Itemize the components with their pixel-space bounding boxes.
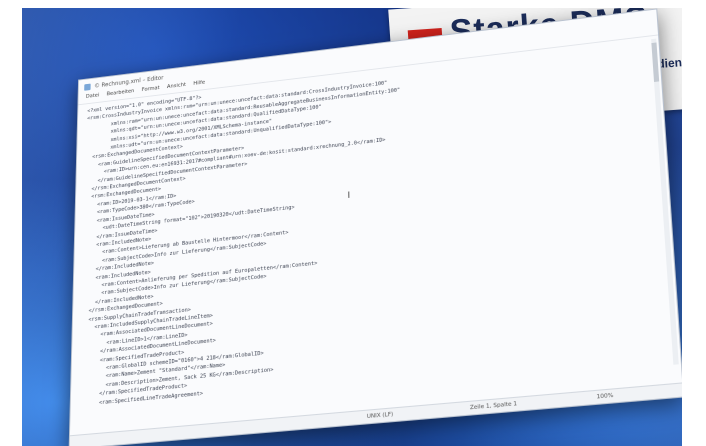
status-encoding: UNIX (LF) (366, 411, 394, 421)
status-position: Zeile 1, Spalte 1 (469, 400, 518, 412)
menu-help[interactable]: Hilfe (193, 80, 205, 91)
status-zoom: 100% (596, 392, 614, 401)
photo: Starke DMS agement mp. Innendienst © Rec… (22, 8, 682, 446)
notepad-icon (84, 83, 91, 91)
menu-file[interactable]: Datei (86, 93, 100, 104)
editor-window: © Rechnung.xml – Editor Datei Bearbeiten… (68, 8, 682, 446)
text-cursor-icon: I (347, 190, 351, 201)
